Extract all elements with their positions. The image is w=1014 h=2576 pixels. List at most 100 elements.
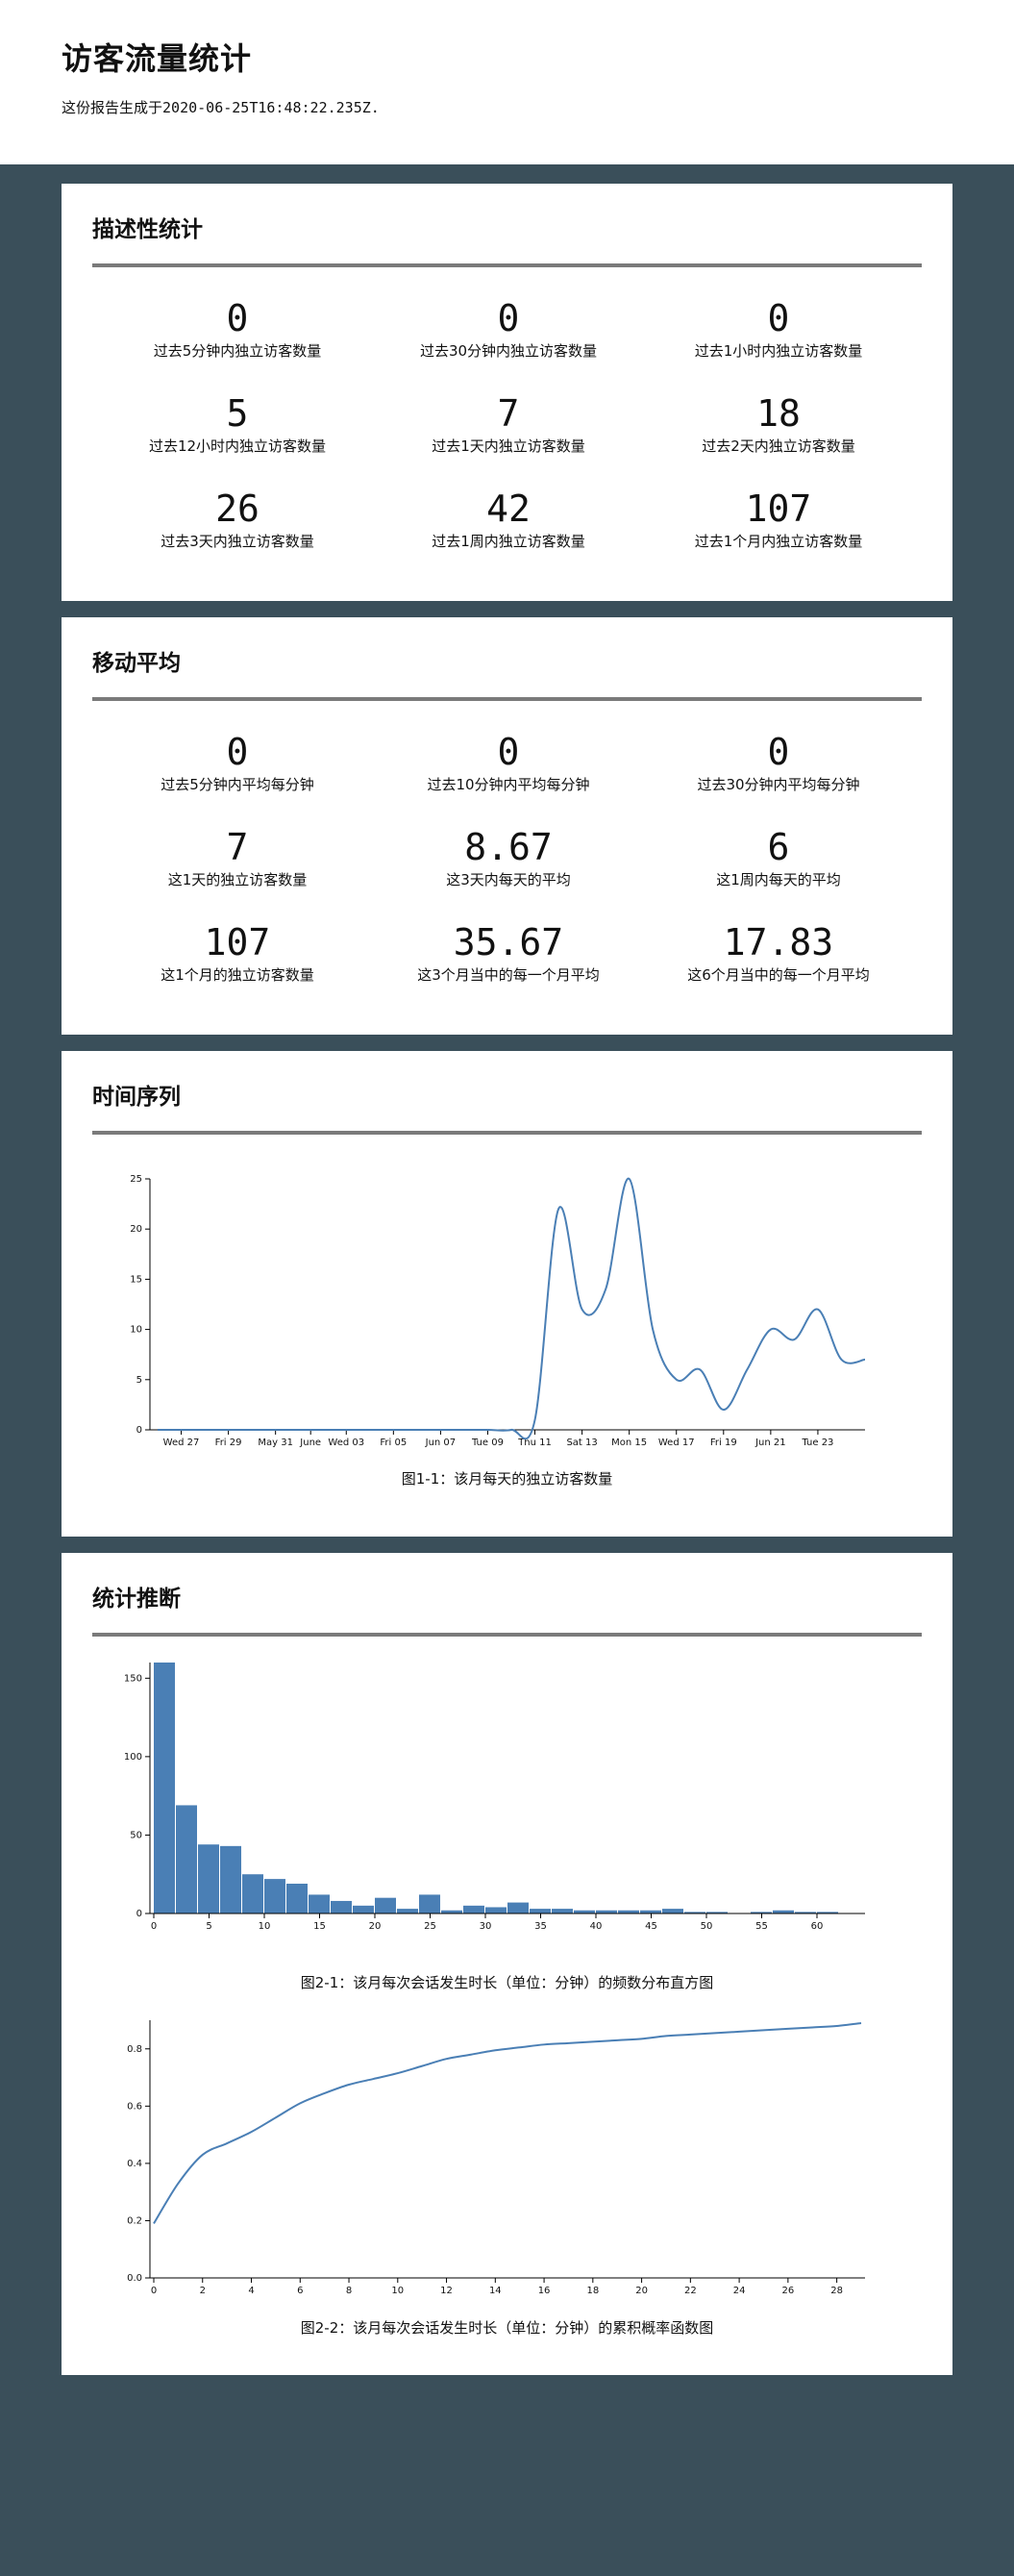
stat-value: 107 (204, 921, 271, 963)
x-tick-label: Sat 13 (566, 1438, 597, 1448)
histogram-bar (309, 1894, 330, 1913)
x-tick-label: Fri 19 (710, 1438, 737, 1448)
histogram-chart: 0 50 100 150 0 5 10 15 20 25 30 35 40 45 50 55 60 (124, 1663, 865, 1932)
x-tick-label: 0 (151, 1921, 157, 1932)
x-tick-label: 55 (755, 1921, 768, 1932)
stat-value: 7 (497, 392, 520, 435)
x-tick-label: Wed 03 (328, 1438, 364, 1448)
histogram-bar (220, 1845, 241, 1913)
x-tick-label: Fri 29 (215, 1438, 242, 1448)
stat-item: 0 过去30分钟内独立访客数量 (364, 297, 653, 361)
section-divider (92, 697, 922, 701)
x-tick-label: 24 (733, 2286, 746, 2296)
series-line (157, 1177, 866, 1440)
x-tick-label: 0 (151, 2286, 157, 2296)
x-tick-label: Fri 05 (380, 1438, 407, 1448)
x-tick-label: 22 (684, 2286, 697, 2296)
stat-item: 107 过去1个月内独立访客数量 (634, 488, 923, 551)
stat-label: 这3天内每天的平均 (446, 871, 571, 888)
histogram-bar (242, 1874, 263, 1913)
y-tick-label: 0.6 (127, 2101, 142, 2112)
y-tick-label: 25 (130, 1174, 142, 1185)
histogram-bar (286, 1884, 308, 1913)
section-divider (92, 263, 922, 267)
stat-item: 26 过去3天内独立访客数量 (93, 488, 382, 551)
histogram-caption: 图2-1：该月每次会话发生时长（单位：分钟）的频数分布直方图 (300, 1974, 714, 1991)
histogram-bar (662, 1909, 683, 1913)
x-tick-label: 15 (313, 1921, 326, 1932)
x-tick-label: Tue 09 (471, 1438, 504, 1448)
stat-item: 17.83 这6个月当中的每一个月平均 (634, 921, 923, 985)
x-tick-label: Thu 11 (517, 1438, 552, 1448)
cdf-line (153, 2021, 862, 2224)
x-tick-label: 8 (346, 2286, 352, 2296)
x-tick-label: 18 (586, 2286, 599, 2296)
chart-caption: 图1-1：该月每天的独立访客数量 (401, 1470, 613, 1488)
x-tick-label: 12 (440, 2286, 453, 2296)
stat-value: 107 (745, 488, 812, 530)
stat-item: 107 这1个月的独立访客数量 (93, 921, 382, 985)
histogram-bar (530, 1909, 551, 1913)
stat-value: 7 (226, 826, 249, 868)
stat-item: 35.67 这3个月当中的每一个月平均 (364, 921, 653, 985)
stat-label: 过去1天内独立访客数量 (432, 438, 585, 455)
stat-item: 6 这1周内每天的平均 (634, 826, 923, 889)
stat-label: 这6个月当中的每一个月平均 (687, 966, 870, 984)
section-title: 时间序列 (92, 1085, 181, 1110)
stat-item: 0 过去30分钟内平均每分钟 (634, 731, 923, 794)
y-tick-label: 0.4 (127, 2159, 142, 2169)
x-tick-label: Wed 27 (163, 1438, 200, 1448)
x-tick-label: 25 (424, 1921, 436, 1932)
y-tick-label: 10 (130, 1325, 142, 1336)
histogram-bar (507, 1902, 529, 1913)
stat-value: 0 (767, 297, 790, 339)
generated-prefix: 这份报告生成于 (62, 99, 163, 116)
stat-label: 过去5分钟内平均每分钟 (161, 776, 314, 793)
histogram-bar (552, 1909, 573, 1913)
timeseries-card: 时间序列 0 5 10 15 20 25 Wed 27 Fri 29 May 31 June Wed… (62, 1051, 952, 1537)
stat-label: 这1天的独立访客数量 (167, 871, 308, 888)
y-tick-label: 15 (130, 1274, 142, 1285)
stat-label: 这1个月的独立访客数量 (161, 966, 314, 984)
stat-item: 0 过去5分钟内独立访客数量 (93, 297, 382, 361)
x-tick-label: 40 (590, 1921, 603, 1932)
y-tick-label: 0.8 (127, 2044, 142, 2055)
stat-item: 42 过去1周内独立访客数量 (364, 488, 653, 551)
y-tick-label: 0.2 (127, 2215, 142, 2226)
x-tick-label: Jun 21 (754, 1438, 786, 1448)
stat-item: 0 过去1小时内独立访客数量 (634, 297, 923, 361)
stat-value: 0 (497, 297, 520, 339)
section-divider (92, 1633, 922, 1637)
x-tick-label: 28 (830, 2286, 843, 2296)
stat-label: 过去2天内独立访客数量 (702, 438, 855, 455)
stat-label: 过去30分钟内平均每分钟 (697, 776, 860, 793)
cdf-chart: 0.00.20.40.60.80 2 4 6 8 10 12 14 16 18 20 22 24 26 28 (127, 2020, 865, 2296)
x-tick-label: 45 (645, 1921, 657, 1932)
stat-value: 35.67 (453, 921, 564, 963)
stat-value: 5 (226, 392, 249, 435)
x-tick-label: 20 (635, 2286, 648, 2296)
x-tick-label: Mon 15 (611, 1438, 647, 1448)
histogram-bar (485, 1907, 507, 1913)
section-title: 移动平均 (92, 651, 181, 676)
section-title: 描述性统计 (92, 217, 203, 242)
x-tick-label: June (299, 1438, 321, 1448)
cdf-caption: 图2-2：该月每次会话发生时长（单位：分钟）的累积概率函数图 (300, 2319, 714, 2337)
report-header: 访客流量统计 这份报告生成于2020-06-25T16:48:22.235Z. (0, 0, 1014, 164)
x-tick-label: 5 (206, 1921, 211, 1932)
stat-value: 0 (497, 731, 520, 773)
histogram-bar (154, 1663, 175, 1913)
y-tick-label: 0 (136, 1425, 142, 1436)
stat-label: 过去10分钟内平均每分钟 (427, 776, 590, 793)
descriptive-stats-card: 描述性统计 0 过去5分钟内独立访客数量 0 过去30分钟内独立访客数量 0 过去1小… (62, 184, 952, 601)
x-tick-label: 10 (391, 2286, 404, 2296)
stat-label: 过去12小时内独立访客数量 (148, 438, 327, 455)
stat-item: 7 过去1天内独立访客数量 (364, 392, 653, 456)
stat-item: 5 过去12小时内独立访客数量 (93, 392, 382, 456)
stat-label: 这1周内每天的平均 (716, 871, 841, 888)
x-tick-label: 4 (248, 2286, 254, 2296)
stat-item: 0 过去10分钟内平均每分钟 (364, 731, 653, 794)
x-tick-label: 2 (200, 2286, 206, 2296)
stat-item: 8.67 这3天内每天的平均 (364, 826, 653, 889)
stat-label: 过去1周内独立访客数量 (432, 533, 585, 550)
